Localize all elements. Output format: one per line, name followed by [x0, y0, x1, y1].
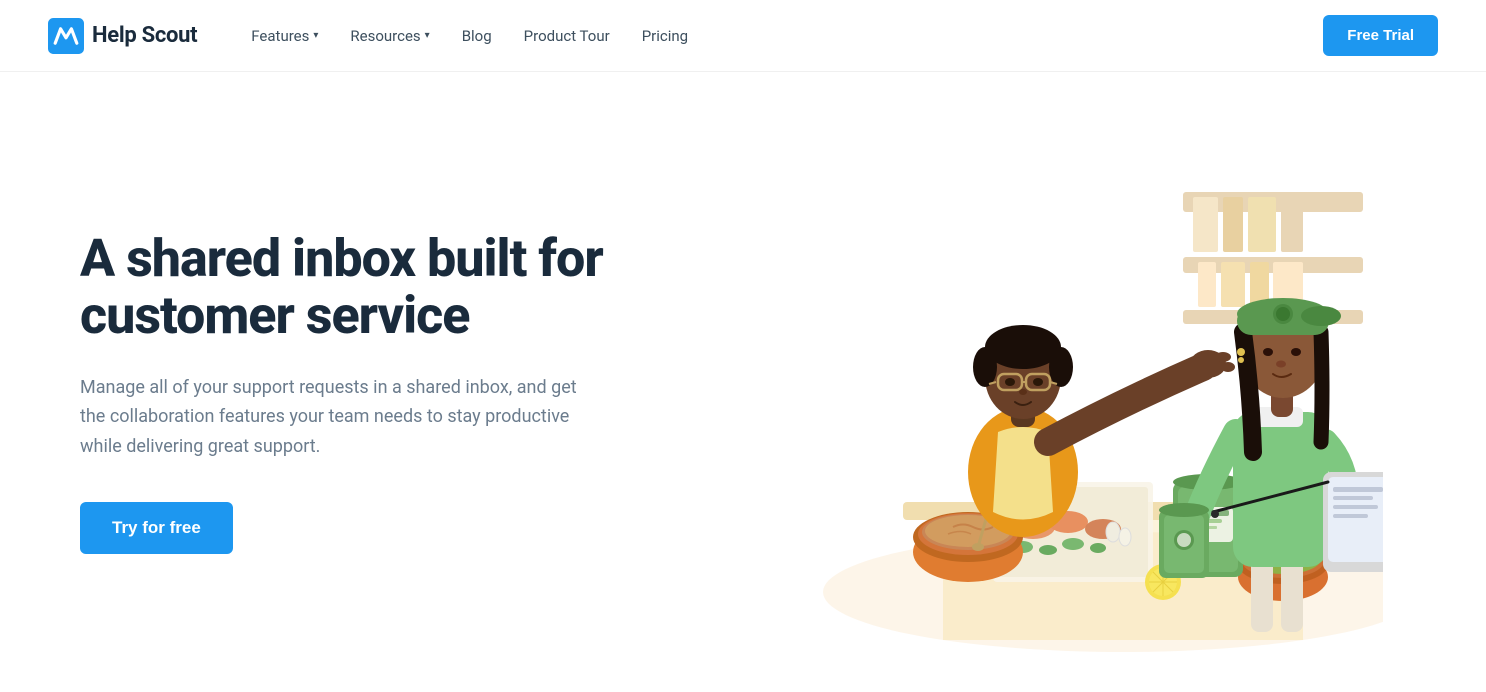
nav-item-product-tour[interactable]: Product Tour [510, 19, 624, 53]
hero-illustration [680, 132, 1406, 652]
site-header: Help Scout Features ▾ Resources ▾ Blog P… [0, 0, 1486, 72]
hero-section: A shared inbox built for customer servic… [0, 72, 1486, 692]
hero-subtitle: Manage all of your support requests in a… [80, 373, 600, 462]
nav-item-pricing[interactable]: Pricing [628, 19, 702, 53]
main-nav: Features ▾ Resources ▾ Blog Product Tour… [237, 19, 1323, 53]
features-dropdown-arrow: ▾ [313, 30, 318, 41]
logo-link[interactable]: Help Scout [48, 18, 197, 54]
nav-item-resources[interactable]: Resources ▾ [336, 19, 443, 53]
hero-illustration-svg [703, 132, 1383, 652]
hero-title: A shared inbox built for customer servic… [80, 230, 680, 344]
hero-content: A shared inbox built for customer servic… [80, 230, 680, 553]
resources-dropdown-arrow: ▾ [425, 30, 430, 41]
helpscout-logo-icon [48, 18, 84, 54]
nav-item-features[interactable]: Features ▾ [237, 19, 332, 53]
logo-text: Help Scout [92, 23, 197, 48]
nav-item-blog[interactable]: Blog [448, 19, 506, 53]
try-for-free-button[interactable]: Try for free [80, 502, 233, 554]
free-trial-button[interactable]: Free Trial [1323, 15, 1438, 56]
